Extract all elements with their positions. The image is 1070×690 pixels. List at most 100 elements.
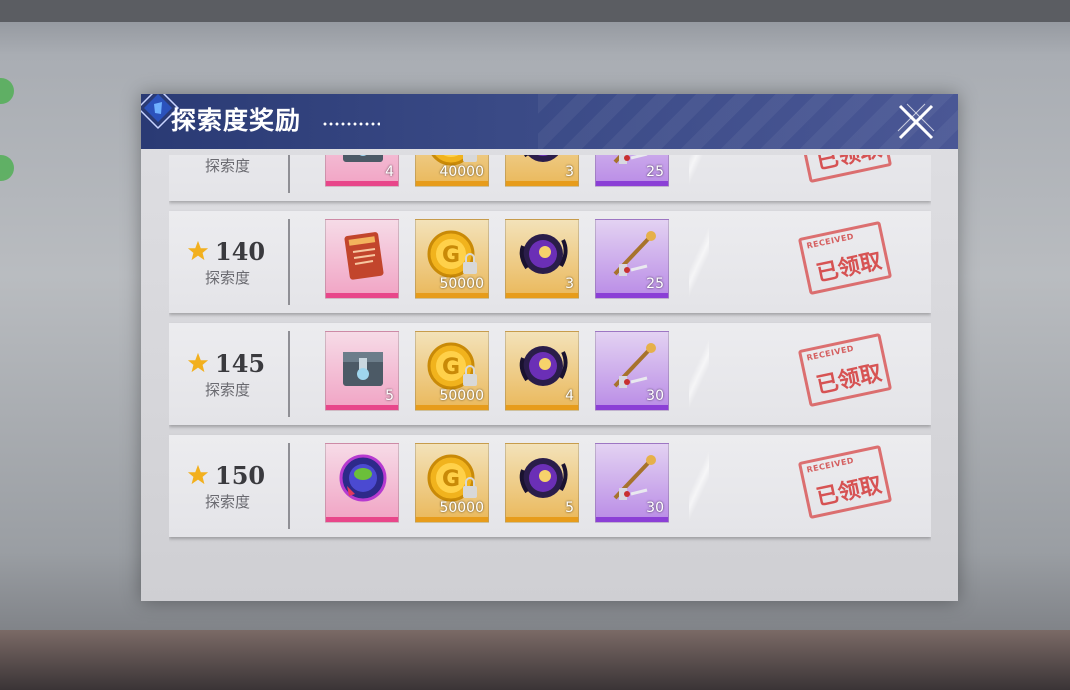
reward-item[interactable]: G 50000 [415,219,489,299]
item-quantity: 40000 [439,164,484,180]
reward-item[interactable]: 5 [325,331,399,411]
star-icon [187,464,209,485]
reward-item[interactable]: G 40000 [415,155,489,187]
rarity-bar [416,517,488,522]
rarity-bar [326,405,398,410]
star-icon [187,352,209,373]
item-quantity: 30 [646,388,664,404]
background-indicator [0,155,14,181]
score-label: 探索度 [205,157,251,175]
stamp-small-text: RECEIVED [805,343,855,363]
row-divider [288,155,290,193]
svg-text:G: G [442,355,460,380]
reward-item[interactable]: 3 [505,219,579,299]
reward-list[interactable]: 探索度4G40000325RECEIVED已领取140探索度G50000325R… [169,155,931,575]
item-quantity: 50000 [439,500,484,516]
reward-item[interactable]: 30 [595,331,669,411]
dark-orb-icon [524,155,559,162]
item-quantity: 5 [385,388,394,404]
background-bottom-bar [0,630,1070,690]
reward-row: 140 探索度 G 50000 3 25 RECEIVED 已领取 [169,211,931,313]
gold-coin-icon: G [427,230,477,278]
rarity-bar [506,293,578,298]
stamp-main-text: 已领取 [814,359,885,399]
reward-item[interactable]: G 50000 [415,443,489,523]
item-quantity: 4 [385,164,394,180]
dark-orb-icon [519,458,568,498]
exploration-score: 150 探索度 [169,435,289,537]
item-quantity: 50000 [439,388,484,404]
received-stamp: RECEIVED已领取 [797,332,893,408]
reward-item[interactable]: 4 [505,331,579,411]
stamp-main-text: 已领取 [814,247,885,287]
svg-text:G: G [442,467,460,492]
rarity-bar [416,405,488,410]
dark-orb-icon [519,346,568,386]
close-icon[interactable] [894,100,938,144]
stamp-small-text: RECEIVED [805,455,855,475]
stamp-small-text: RECEIVED [805,231,855,251]
background-indicator [0,78,14,104]
rarity-bar [506,405,578,410]
rarity-bar [416,181,488,186]
supply-crate-icon [343,352,383,386]
score-label: 探索度 [205,493,251,511]
dialog-title: 探索度奖励 [171,106,302,135]
weapon-part-icon [613,455,656,500]
exploration-reward-dialog: 探索度奖励 探索度4G40000325RECEIVED已领取140探索度G500… [141,94,958,601]
rarity-bar [326,293,398,298]
red-document-icon [344,232,384,280]
item-quantity: 30 [646,500,664,516]
exploration-score: 140 探索度 [169,211,289,313]
star-icon [187,240,209,261]
rarity-bar [326,181,398,186]
score-label: 探索度 [205,381,251,399]
svg-text:G: G [442,155,460,156]
rarity-bar [326,517,398,522]
reward-item[interactable]: 5 [505,443,579,523]
reward-item[interactable] [325,443,399,523]
stamp-main-text: 已领取 [814,471,885,511]
rarity-bar [596,405,668,410]
row-divider [288,219,290,305]
score-value: 145 [215,348,266,378]
reward-item[interactable]: 25 [595,155,669,187]
item-quantity: 3 [565,164,574,180]
weapon-part-icon [613,343,656,388]
score-line: 150 [187,460,265,490]
svg-text:G: G [442,243,460,268]
score-value: 140 [215,236,266,266]
reward-item[interactable]: 3 [505,155,579,187]
score-value: 150 [215,460,266,490]
reward-item[interactable]: 30 [595,443,669,523]
reward-item[interactable]: 25 [595,219,669,299]
rarity-bar [596,293,668,298]
dialog-header: 探索度奖励 [141,94,958,149]
supply-crate-icon [343,155,383,162]
reward-row: 150 探索度 G 50000 5 30 RECEIVED 已领取 [169,435,931,537]
gold-coin-icon: G [427,454,477,502]
reward-item[interactable] [325,219,399,299]
rarity-bar [506,517,578,522]
exploration-score: 145 探索度 [169,323,289,425]
reward-item[interactable]: G 50000 [415,331,489,411]
rarity-bar [596,181,668,186]
received-stamp: RECEIVED已领取 [797,444,893,520]
reward-item[interactable]: 4 [325,155,399,187]
item-quantity: 25 [646,164,664,180]
item-quantity: 50000 [439,276,484,292]
dark-orb-icon [519,234,568,274]
score-line: 140 [187,236,265,266]
reward-row: 探索度 4 G 40000 3 25 RECEIVED已领取 [169,155,931,201]
row-divider [288,443,290,529]
rarity-bar [506,181,578,186]
item-quantity: 25 [646,276,664,292]
weapon-part-icon [613,231,656,276]
title-decoration [322,122,380,126]
background-top-bar [0,0,1070,22]
exploration-score: 探索度 [169,155,289,201]
item-quantity: 5 [565,500,574,516]
reward-row: 145 探索度 5 G 50000 4 30 RECEIVED 已领取 [169,323,931,425]
rarity-bar [596,517,668,522]
received-stamp: RECEIVED已领取 [797,155,893,184]
